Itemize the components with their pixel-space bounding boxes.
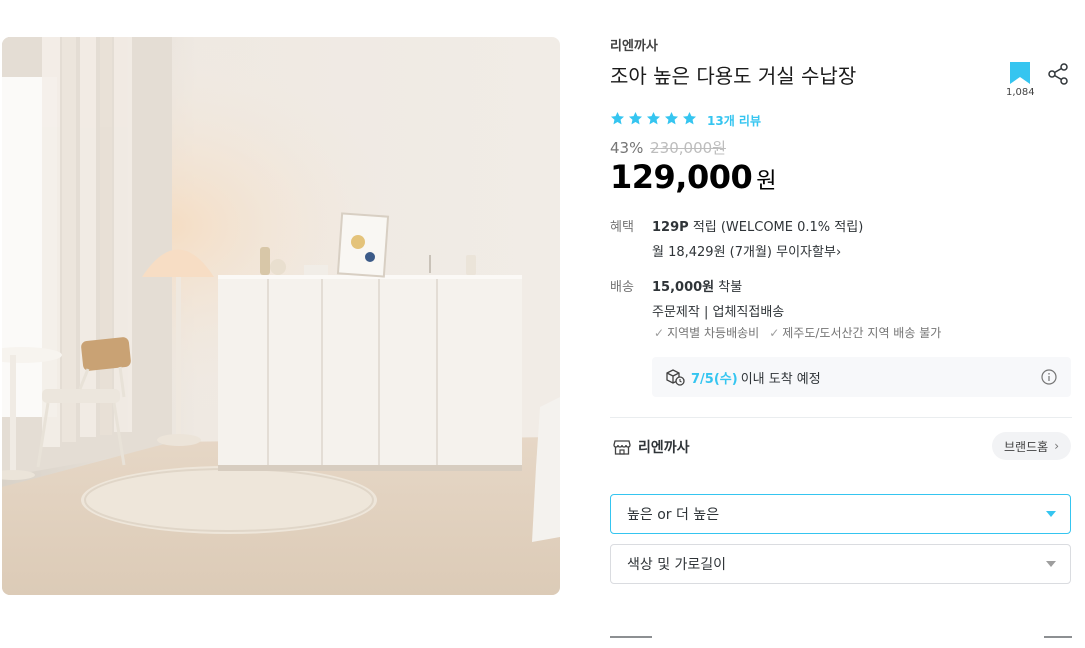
- arrival-text: 이내 도착 예정: [740, 371, 821, 387]
- price-row: 129,000 원: [610, 158, 777, 196]
- shipping-note: ✓ 지역별 차등배송비: [654, 324, 759, 341]
- original-price: 230,000원: [650, 139, 726, 157]
- arrival-estimate-box: 7/5(수) 이내 도착 예정: [652, 357, 1071, 397]
- option-select-size[interactable]: 높은 or 더 높은: [610, 494, 1071, 534]
- star-icon: [682, 111, 697, 130]
- check-icon: ✓: [654, 326, 665, 340]
- shipping-notes: ✓ 지역별 차등배송비 ✓ 제주도/도서산간 지역 배송 불가: [654, 324, 941, 341]
- brand-home-label: 브랜드홈: [1004, 439, 1049, 454]
- caret-down-icon: [1046, 561, 1056, 567]
- shipping-label: 배송: [610, 280, 634, 295]
- delivery-box-icon: [665, 368, 685, 386]
- brand-link[interactable]: 리엔까사: [610, 35, 658, 54]
- shipping-note-text: 지역별 차등배송비: [667, 326, 760, 340]
- check-icon: ✓: [769, 326, 780, 340]
- bookmark-button[interactable]: 1,084: [1006, 61, 1035, 98]
- shipping-method: 주문제작 | 업체직접배송: [652, 305, 785, 320]
- points-text: 적립 (WELCOME 0.1% 적립): [692, 220, 864, 235]
- caret-down-icon: [1046, 511, 1056, 517]
- product-info-panel: 리엔까사 조아 높은 다용도 거실 수납장 1,084 13개 리뷰 43% 2…: [610, 0, 1072, 646]
- sale-price: 129,000: [610, 158, 753, 196]
- divider: [610, 417, 1072, 418]
- discount-row: 43% 230,000원: [610, 137, 726, 158]
- store-row: 리엔까사 브랜드홈 ›: [610, 432, 1072, 462]
- installment-text: 월 18,429원 (7개월) 무이자할부: [652, 245, 836, 260]
- installment-link[interactable]: 월 18,429원 (7개월) 무이자할부›: [652, 241, 841, 260]
- shipping-note: ✓ 제주도/도서산간 지역 배송 불가: [769, 324, 941, 341]
- star-icon: [628, 111, 643, 130]
- shipping-fee: 15,000원: [652, 280, 715, 295]
- review-count-link[interactable]: 13개 리뷰: [707, 112, 761, 129]
- store-icon: [613, 438, 631, 456]
- option-select-color[interactable]: 색상 및 가로길이: [610, 544, 1071, 584]
- arrival-date: 7/5(수): [691, 371, 738, 387]
- share-icon: [1048, 63, 1068, 85]
- benefit-points: 129P 적립 (WELCOME 0.1% 적립): [652, 216, 863, 235]
- star-icon: [610, 111, 625, 130]
- rating-row: 13개 리뷰: [610, 111, 761, 130]
- star-icon: [664, 111, 679, 130]
- chevron-right-icon: ›: [835, 245, 842, 260]
- currency-label: 원: [756, 169, 777, 194]
- brand-home-button[interactable]: 브랜드홈 ›: [992, 432, 1071, 460]
- bookmark-count: 1,084: [1006, 87, 1035, 98]
- product-image[interactable]: [2, 37, 560, 595]
- shipping-note-text: 제주도/도서산간 지역 배송 불가: [782, 326, 942, 340]
- store-name[interactable]: 리엔까사: [638, 437, 690, 457]
- star-icon: [646, 111, 661, 130]
- shipping-fee-row: 15,000원 착불: [652, 276, 742, 295]
- points-value: 129P: [652, 220, 689, 235]
- room-photo: [2, 37, 560, 595]
- product-title: 조아 높은 다용도 거실 수납장: [610, 64, 857, 88]
- option-select-value: 색상 및 가로길이: [627, 557, 727, 573]
- chevron-right-icon: ›: [1054, 439, 1059, 453]
- cut-off-row: [610, 636, 1072, 648]
- bookmark-icon: [1010, 62, 1030, 84]
- discount-rate: 43%: [610, 139, 644, 157]
- option-select-value: 높은 or 더 높은: [627, 507, 720, 523]
- shipping-fee-type: 착불: [718, 280, 743, 295]
- share-button[interactable]: [1046, 62, 1070, 90]
- info-icon[interactable]: [1041, 369, 1057, 389]
- cut-off-text: [610, 636, 652, 646]
- cut-off-text: [1044, 636, 1072, 646]
- benefit-label: 혜택: [610, 220, 634, 235]
